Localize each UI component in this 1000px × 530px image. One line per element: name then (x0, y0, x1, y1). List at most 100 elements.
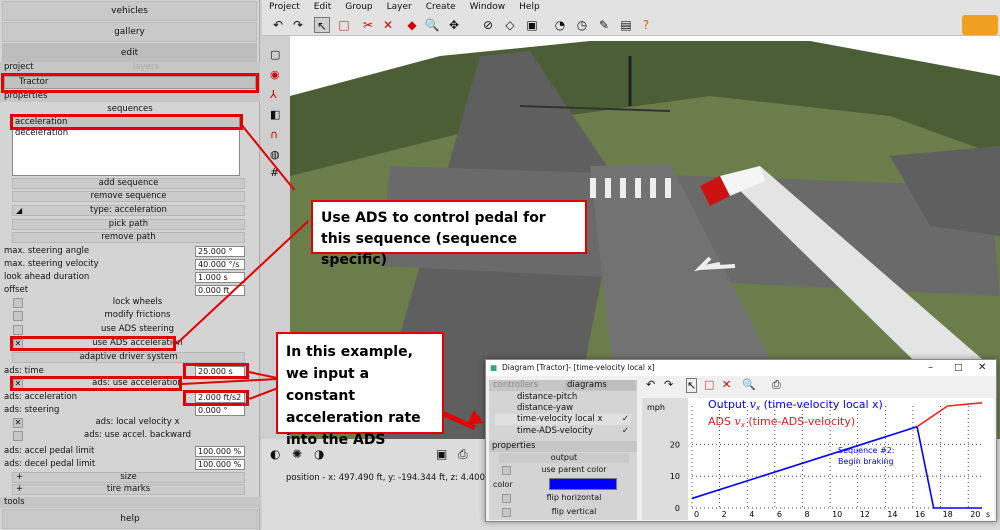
project-tabs: project layers (0, 62, 260, 73)
vehicles-button[interactable]: vehicles (2, 1, 257, 21)
screenshot-icon[interactable]: ▣ (436, 447, 447, 461)
menu-layer[interactable]: Layer (380, 0, 419, 14)
pick-path-button[interactable]: pick path (12, 219, 245, 230)
flip-horizontal-checkbox[interactable] (502, 494, 511, 503)
layers-icon[interactable]: ◧ (270, 108, 280, 121)
zoom-icon[interactable]: 🔍 (424, 17, 440, 33)
tire-marks-section[interactable]: + tire marks (12, 484, 245, 495)
object-icon[interactable]: ◆ (404, 17, 420, 33)
select-arrow-icon[interactable]: ↖ (686, 378, 698, 393)
color-swatch[interactable] (549, 478, 617, 490)
paint-icon[interactable]: ✎ (596, 17, 612, 33)
ads-acceleration-field[interactable]: 2.000 ft/s2 (195, 392, 245, 403)
look-ahead-duration-field[interactable]: 1.000 s (195, 272, 245, 283)
ruler-icon[interactable]: ◇ (502, 17, 518, 33)
remove-path-button[interactable]: remove path (12, 232, 245, 243)
use-ads-steering-checkbox[interactable] (13, 325, 23, 335)
use-parent-color-checkbox[interactable] (502, 466, 511, 475)
tab-diagrams[interactable]: diagrams (565, 380, 635, 390)
stopwatch-icon[interactable]: ◷ (574, 17, 590, 33)
sequence-type-dropdown[interactable]: ◢ type: acceleration (12, 205, 245, 216)
diagram-item-ads-velocity[interactable]: time-ADS-velocity ✓ (495, 426, 631, 437)
diagram-item[interactable]: distance-yaw (517, 403, 573, 413)
image-icon[interactable]: ▣ (524, 17, 540, 33)
vehicle-item-tractor[interactable]: Tractor (4, 76, 256, 89)
use-parent-color-label: use parent color (541, 465, 607, 474)
edit-button[interactable]: edit (2, 43, 257, 63)
help-button[interactable]: help (2, 509, 258, 529)
ads-use-acceleration-checkbox[interactable]: ✕ (13, 379, 23, 389)
modify-frictions-checkbox[interactable] (13, 311, 23, 321)
sequence-item-deceleration[interactable]: deceleration (13, 128, 239, 139)
menu-project[interactable]: Project (262, 0, 307, 14)
move-icon[interactable]: ✥ (446, 17, 462, 33)
ads-time-field[interactable]: 20.000 s (195, 366, 245, 377)
sequence-list[interactable]: acceleration deceleration (12, 116, 240, 176)
diagram-item-velocity[interactable]: time-velocity local x ✓ (495, 414, 631, 425)
magnet-icon[interactable]: ∩ (270, 128, 278, 141)
diagram-item-label: time-velocity local x (517, 414, 603, 424)
diagram-window[interactable]: ■ Diagram [Tractor]- [time-velocity loca… (485, 359, 997, 522)
look-ahead-duration-label: look ahead duration (4, 272, 90, 282)
output-section[interactable]: output (499, 453, 629, 463)
print-icon[interactable]: ⎙ (458, 447, 468, 462)
ads-accel-pedal-limit-field[interactable]: 100.000 % (195, 446, 245, 457)
logo-icon (962, 15, 998, 35)
lock-wheels-checkbox[interactable] (13, 298, 23, 308)
maximize-icon[interactable]: □ (954, 360, 963, 376)
triangle-icon: ◢ (16, 206, 23, 215)
measure-icon[interactable]: ⊘ (480, 17, 496, 33)
axis-icon[interactable]: ⅄ (270, 88, 277, 101)
tab-layers[interactable]: layers (133, 62, 159, 72)
menu-create[interactable]: Create (419, 0, 463, 14)
ads-local-velocity-checkbox[interactable]: ✕ (13, 418, 23, 428)
annotation-line1: Sequence #2: (838, 446, 895, 455)
tools-header[interactable]: tools (0, 497, 260, 508)
select-arrow-icon[interactable]: ↖ (314, 17, 330, 33)
eraser-icon[interactable]: ▤ (618, 17, 634, 33)
sequence-item-acceleration[interactable]: acceleration (13, 117, 239, 128)
max-steering-angle-field[interactable]: 25.000 ° (195, 246, 245, 257)
close-icon[interactable]: ✕ (978, 360, 986, 376)
color-label: color (493, 480, 513, 489)
delete-icon[interactable]: ✕ (722, 378, 731, 391)
ads-use-accel-backward-checkbox[interactable] (13, 431, 23, 441)
menu-help[interactable]: Help (512, 0, 547, 14)
zoom-icon[interactable]: 🔍 (742, 378, 756, 391)
flip-vertical-checkbox[interactable] (502, 508, 511, 517)
help-circle-icon[interactable]: ? (638, 17, 654, 33)
adaptive-driver-system-header[interactable]: adaptive driver system (12, 352, 245, 363)
minimize-icon[interactable]: – (928, 360, 933, 376)
target-icon[interactable]: ◉ (270, 68, 280, 81)
ads-steering-field[interactable]: 0.000 ° (195, 405, 245, 416)
menu-edit[interactable]: Edit (307, 0, 338, 14)
max-steering-velocity-field[interactable]: 40.000 °/s (195, 259, 245, 270)
x-tick-label: 0 (694, 510, 699, 519)
tab-controllers[interactable]: controllers (493, 380, 538, 390)
menu-window[interactable]: Window (463, 0, 513, 14)
redo-icon[interactable]: ↷ (664, 378, 673, 391)
camera-icon[interactable]: ◍ (270, 148, 280, 161)
undo-icon[interactable]: ↶ (270, 17, 286, 33)
gallery-button[interactable]: gallery (2, 22, 257, 42)
gauge-icon[interactable]: ◔ (552, 17, 568, 33)
print-icon[interactable]: ⎙ (772, 378, 781, 392)
box-icon[interactable]: ▢ (270, 48, 280, 61)
tab-project[interactable]: project (4, 62, 34, 72)
rectangle-select-icon[interactable]: □ (336, 17, 352, 33)
legend-ads: ADS vx (time-ADS-velocity) (708, 415, 855, 429)
redo-icon[interactable]: ↷ (290, 17, 306, 33)
delete-icon[interactable]: ✕ (380, 17, 396, 33)
size-section[interactable]: + size (12, 472, 245, 483)
undo-icon[interactable]: ↶ (646, 378, 655, 391)
menu-group[interactable]: Group (338, 0, 379, 14)
ads-decel-pedal-limit-field[interactable]: 100.000 % (195, 459, 245, 470)
use-ads-acceleration-checkbox[interactable]: ✕ (13, 339, 23, 349)
remove-sequence-button[interactable]: remove sequence (12, 191, 245, 202)
cut-icon[interactable]: ✂ (360, 17, 376, 33)
view-sphere-icon[interactable]: ◐ (270, 447, 280, 461)
y-tick-label: 10 (670, 472, 680, 481)
diagram-item[interactable]: distance-pitch (517, 392, 577, 402)
add-sequence-button[interactable]: add sequence (12, 178, 245, 189)
rectangle-icon[interactable]: □ (704, 378, 714, 391)
